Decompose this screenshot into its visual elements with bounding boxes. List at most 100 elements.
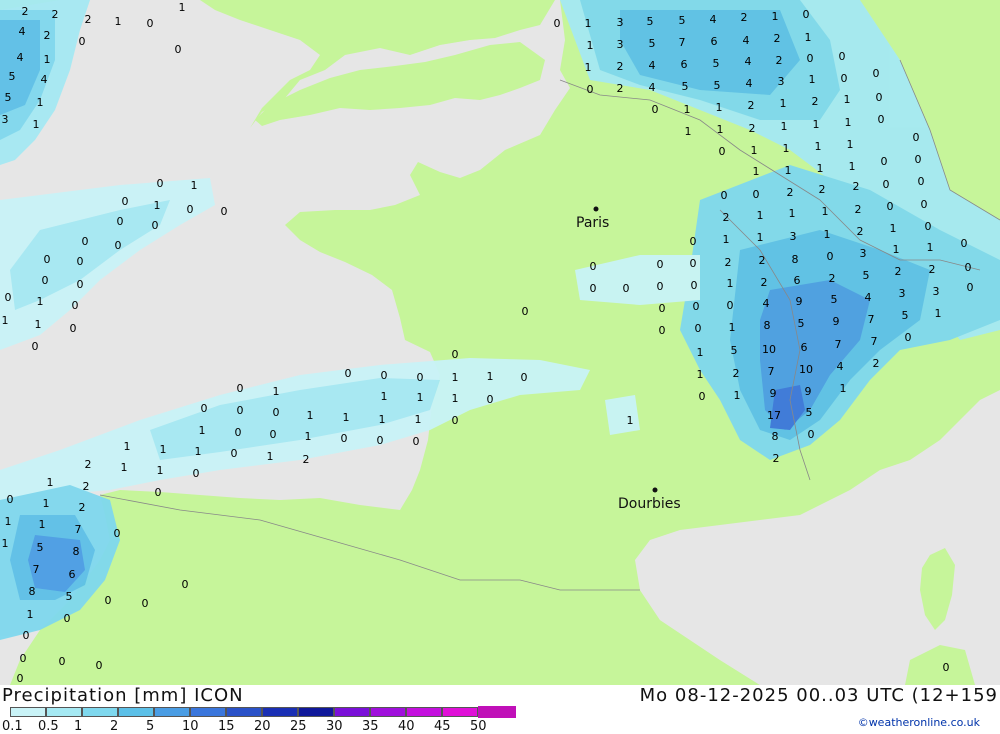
- svg-text:1: 1: [199, 424, 206, 437]
- svg-text:2: 2: [303, 453, 310, 466]
- svg-text:0: 0: [20, 652, 27, 665]
- svg-text:0: 0: [623, 282, 630, 295]
- svg-text:1: 1: [847, 138, 854, 151]
- map-title: Precipitation [mm] ICON: [2, 685, 244, 706]
- credit-link[interactable]: ©weatheronline.co.uk: [858, 716, 980, 729]
- svg-text:0: 0: [887, 200, 894, 213]
- svg-text:1: 1: [780, 97, 787, 110]
- svg-text:1: 1: [824, 228, 831, 241]
- svg-text:5: 5: [649, 37, 656, 50]
- svg-text:8: 8: [772, 430, 779, 443]
- svg-text:0: 0: [554, 17, 561, 30]
- svg-text:0: 0: [114, 527, 121, 540]
- svg-text:9: 9: [805, 385, 812, 398]
- svg-text:7: 7: [33, 563, 40, 576]
- svg-text:1: 1: [685, 125, 692, 138]
- svg-text:0: 0: [82, 235, 89, 248]
- svg-text:2: 2: [776, 54, 783, 67]
- svg-text:2: 2: [85, 458, 92, 471]
- svg-text:0: 0: [273, 406, 280, 419]
- svg-text:0: 0: [522, 305, 529, 318]
- svg-text:0: 0: [152, 219, 159, 232]
- svg-text:0: 0: [413, 435, 420, 448]
- svg-text:4: 4: [17, 51, 24, 64]
- legend-label: 0.1: [2, 719, 23, 734]
- svg-text:0: 0: [878, 113, 885, 126]
- legend-swatch: [406, 707, 442, 717]
- valid-time: Mo 08-12-2025 00..03 UTC (12+159: [639, 685, 998, 706]
- svg-text:0: 0: [913, 131, 920, 144]
- legend-label: 45: [434, 719, 451, 734]
- svg-text:0: 0: [44, 253, 51, 266]
- svg-text:1: 1: [47, 476, 54, 489]
- svg-text:0: 0: [5, 291, 12, 304]
- svg-text:1: 1: [124, 440, 131, 453]
- svg-text:1: 1: [37, 295, 44, 308]
- svg-text:5: 5: [806, 406, 813, 419]
- svg-text:3: 3: [860, 247, 867, 260]
- svg-text:1: 1: [757, 231, 764, 244]
- svg-text:0: 0: [182, 578, 189, 591]
- legend-swatch: [370, 707, 406, 717]
- svg-text:0: 0: [72, 299, 79, 312]
- svg-text:0: 0: [70, 322, 77, 335]
- svg-text:0: 0: [961, 237, 968, 250]
- svg-text:0: 0: [721, 189, 728, 202]
- svg-text:1: 1: [935, 307, 942, 320]
- svg-text:2: 2: [819, 183, 826, 196]
- svg-text:5: 5: [713, 57, 720, 70]
- svg-text:0: 0: [587, 83, 594, 96]
- svg-text:0: 0: [201, 402, 208, 415]
- svg-text:4: 4: [763, 297, 770, 310]
- svg-text:1: 1: [587, 39, 594, 52]
- svg-text:4: 4: [41, 73, 48, 86]
- svg-text:5: 5: [682, 80, 689, 93]
- svg-text:2: 2: [723, 211, 730, 224]
- legend-label: 0.5: [38, 719, 59, 734]
- svg-text:0: 0: [695, 322, 702, 335]
- svg-text:6: 6: [801, 341, 808, 354]
- svg-text:5: 5: [647, 15, 654, 28]
- svg-text:0: 0: [873, 67, 880, 80]
- svg-text:1: 1: [717, 123, 724, 136]
- svg-text:0: 0: [967, 281, 974, 294]
- svg-text:0: 0: [690, 257, 697, 270]
- svg-text:0: 0: [590, 260, 597, 273]
- svg-text:1: 1: [307, 409, 314, 422]
- svg-text:0: 0: [943, 661, 950, 674]
- legend-swatch: [226, 707, 262, 717]
- svg-text:4: 4: [649, 59, 656, 72]
- svg-text:5: 5: [863, 269, 870, 282]
- svg-text:0: 0: [965, 261, 972, 274]
- svg-text:2: 2: [748, 99, 755, 112]
- svg-text:2: 2: [22, 5, 29, 18]
- legend-swatch: [478, 706, 516, 718]
- legend-label: 1: [74, 719, 83, 734]
- svg-text:1: 1: [772, 10, 779, 23]
- svg-text:8: 8: [29, 585, 36, 598]
- legend-swatch: [190, 707, 226, 717]
- svg-text:7: 7: [768, 365, 775, 378]
- svg-text:2: 2: [741, 11, 748, 24]
- svg-text:0: 0: [521, 371, 528, 384]
- svg-text:1: 1: [785, 164, 792, 177]
- svg-text:5: 5: [37, 541, 44, 554]
- svg-text:0: 0: [659, 302, 666, 315]
- svg-text:10: 10: [799, 363, 813, 376]
- svg-text:0: 0: [719, 145, 726, 158]
- svg-text:1: 1: [43, 497, 50, 510]
- svg-text:1: 1: [805, 31, 812, 44]
- svg-text:1: 1: [154, 199, 161, 212]
- svg-text:0: 0: [808, 428, 815, 441]
- svg-text:6: 6: [681, 58, 688, 71]
- legend-label: 2: [110, 719, 119, 734]
- svg-text:3: 3: [790, 230, 797, 243]
- svg-text:0: 0: [59, 655, 66, 668]
- svg-text:0: 0: [918, 175, 925, 188]
- svg-text:1: 1: [191, 179, 198, 192]
- svg-text:1: 1: [781, 120, 788, 133]
- svg-text:0: 0: [79, 35, 86, 48]
- svg-text:0: 0: [237, 382, 244, 395]
- svg-text:4: 4: [837, 360, 844, 373]
- svg-text:4: 4: [743, 34, 750, 47]
